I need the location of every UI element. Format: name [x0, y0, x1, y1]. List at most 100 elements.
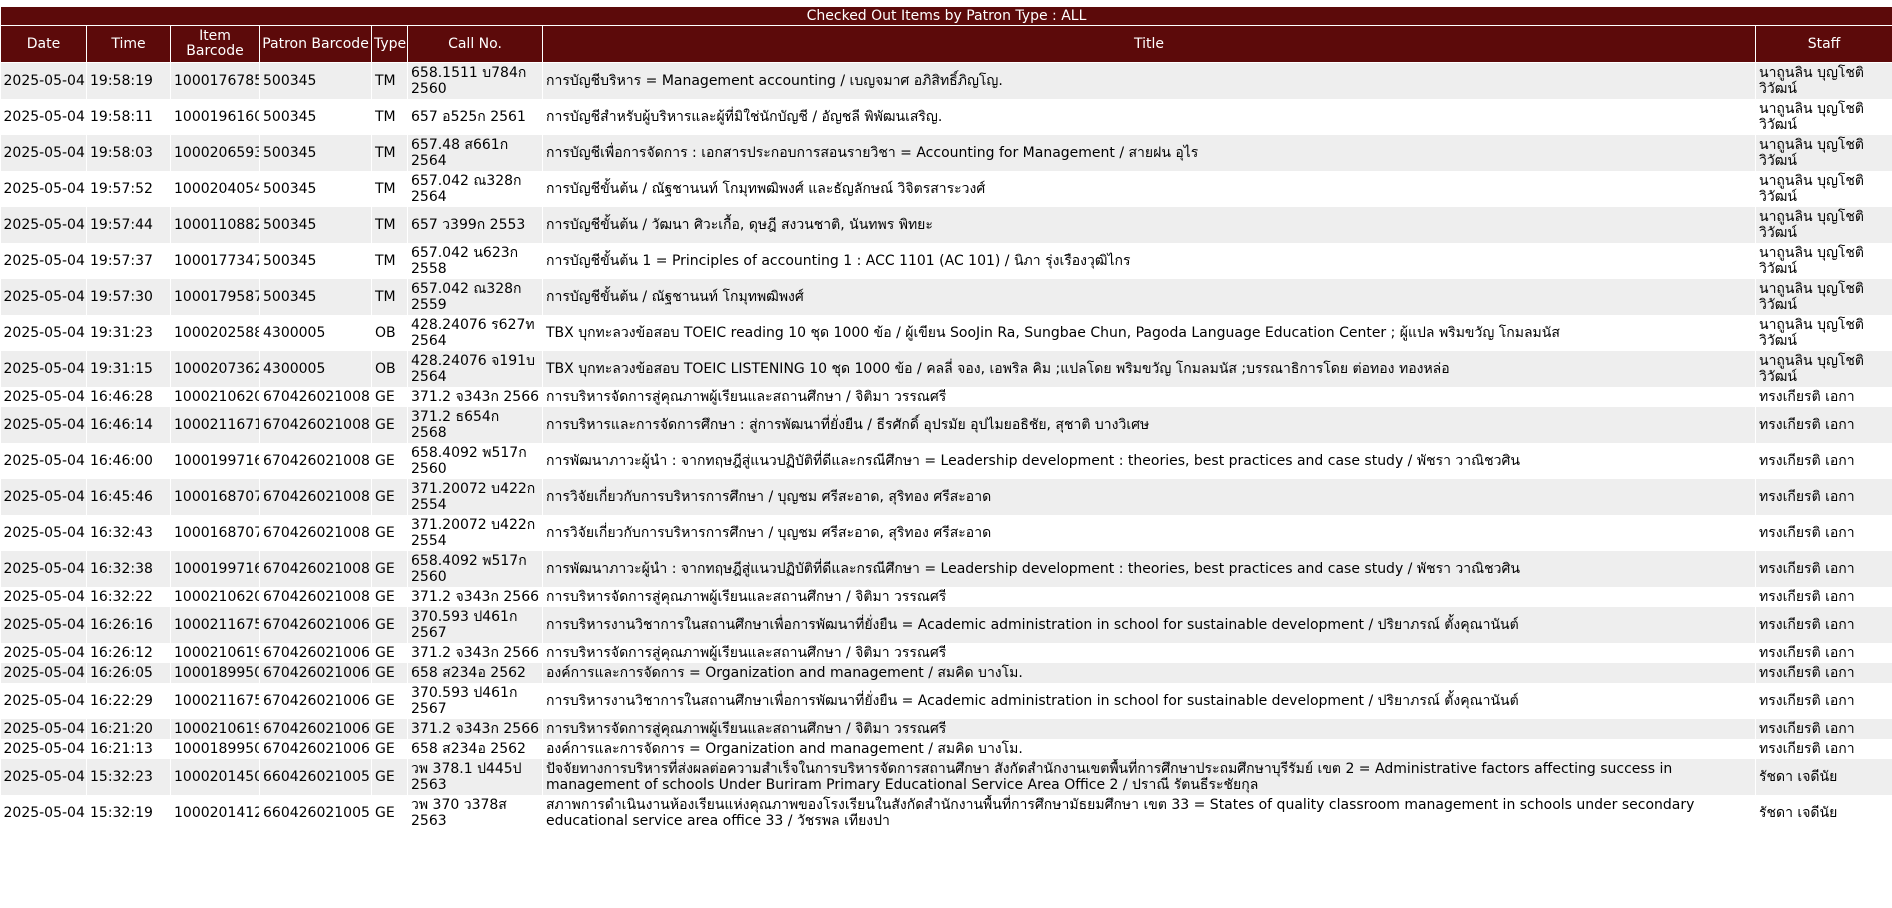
cell-staff: นาถูนลิน บุญโชติ วิวัฒน์	[1756, 279, 1892, 315]
cell-type: TM	[372, 63, 408, 100]
cell-staff: ทรงเกียรติ เอกา	[1756, 739, 1892, 759]
cell-call-no: วพ 378.1 ป445ป 2563	[408, 759, 543, 795]
cell-title: การบริหารจัดการสู่คุณภาพผู้เรียนและสถานศ…	[543, 643, 1756, 663]
cell-item-barcode: 1000210620	[171, 387, 260, 407]
cell-date: 2025-05-04	[1, 207, 87, 243]
cell-date: 2025-05-04	[1, 643, 87, 663]
cell-staff: ทรงเกียรติ เอกา	[1756, 587, 1892, 607]
cell-staff: ทรงเกียรติ เอกา	[1756, 515, 1892, 551]
cell-date: 2025-05-04	[1, 63, 87, 100]
cell-date: 2025-05-04	[1, 739, 87, 759]
cell-patron-barcode: 670426021008	[260, 387, 372, 407]
col-header-time: Time	[87, 26, 171, 63]
cell-staff: ทรงเกียรติ เอกา	[1756, 387, 1892, 407]
cell-type: OB	[372, 351, 408, 387]
cell-type: GE	[372, 407, 408, 443]
cell-title: การบัญชีบริหาร = Management accounting /…	[543, 63, 1756, 100]
cell-type: GE	[372, 515, 408, 551]
table-row: 2025-05-0415:32:231000201450660426021005…	[1, 759, 1892, 795]
cell-item-barcode: 1000201412	[171, 795, 260, 831]
cell-type: GE	[372, 587, 408, 607]
cell-date: 2025-05-04	[1, 171, 87, 207]
cell-time: 15:32:19	[87, 795, 171, 831]
cell-item-barcode: 1000189950	[171, 663, 260, 683]
cell-item-barcode: 1000196160	[171, 99, 260, 135]
col-header-item-barcode: Item Barcode	[171, 26, 260, 63]
cell-date: 2025-05-04	[1, 795, 87, 831]
cell-call-no: 371.2 จ343ก 2566	[408, 719, 543, 739]
cell-date: 2025-05-04	[1, 719, 87, 739]
cell-title: การวิจัยเกี่ยวกับการบริหารการศึกษา / บุญ…	[543, 479, 1756, 515]
table-row: 2025-05-0416:46:141000211671670426021008…	[1, 407, 1892, 443]
cell-date: 2025-05-04	[1, 683, 87, 719]
cell-call-no: 370.593 ป461ก 2567	[408, 683, 543, 719]
cell-type: TM	[372, 135, 408, 171]
cell-item-barcode: 1000168707	[171, 515, 260, 551]
cell-date: 2025-05-04	[1, 279, 87, 315]
cell-patron-barcode: 4300005	[260, 315, 372, 351]
table-row: 2025-05-0416:21:201000210619670426021006…	[1, 719, 1892, 739]
table-row: 2025-05-0416:32:381000199716670426021008…	[1, 551, 1892, 587]
cell-type: GE	[372, 795, 408, 831]
cell-call-no: 658 ส234อ 2562	[408, 663, 543, 683]
cell-patron-barcode: 670426021006	[260, 663, 372, 683]
cell-item-barcode: 1000179587	[171, 279, 260, 315]
cell-date: 2025-05-04	[1, 387, 87, 407]
cell-call-no: 371.2 จ343ก 2566	[408, 387, 543, 407]
table-row: 2025-05-0415:32:191000201412660426021005…	[1, 795, 1892, 831]
cell-date: 2025-05-04	[1, 135, 87, 171]
cell-item-barcode: 1000211675	[171, 607, 260, 643]
cell-time: 16:26:05	[87, 663, 171, 683]
cell-item-barcode: 1000206593	[171, 135, 260, 171]
cell-patron-barcode: 4300005	[260, 351, 372, 387]
cell-type: TM	[372, 171, 408, 207]
cell-staff: นาถูนลิน บุญโชติ วิวัฒน์	[1756, 135, 1892, 171]
table-row: 2025-05-0416:22:291000211675670426021006…	[1, 683, 1892, 719]
report-title: Checked Out Items by Patron Type : ALL	[1, 7, 1892, 26]
cell-patron-barcode: 670426021008	[260, 587, 372, 607]
cell-time: 16:32:22	[87, 587, 171, 607]
cell-patron-barcode: 660426021005	[260, 795, 372, 831]
cell-title: การบริหารจัดการสู่คุณภาพผู้เรียนและสถานศ…	[543, 587, 1756, 607]
cell-call-no: 428.24076 จ191บ 2564	[408, 351, 543, 387]
cell-patron-barcode: 500345	[260, 63, 372, 100]
table-row: 2025-05-0419:58:191000176785500345TM658.…	[1, 63, 1892, 100]
cell-item-barcode: 1000199716	[171, 551, 260, 587]
cell-time: 16:32:43	[87, 515, 171, 551]
cell-patron-barcode: 670426021006	[260, 643, 372, 663]
cell-staff: นาถูนลิน บุญโชติ วิวัฒน์	[1756, 351, 1892, 387]
cell-item-barcode: 1000204054	[171, 171, 260, 207]
cell-patron-barcode: 500345	[260, 171, 372, 207]
cell-time: 19:57:30	[87, 279, 171, 315]
cell-staff: รัชดา เจดีนัย	[1756, 795, 1892, 831]
cell-time: 19:31:23	[87, 315, 171, 351]
cell-date: 2025-05-04	[1, 663, 87, 683]
cell-time: 19:58:19	[87, 63, 171, 100]
cell-call-no: 657.042 ณ328ก 2564	[408, 171, 543, 207]
cell-item-barcode: 1000211671	[171, 407, 260, 443]
cell-date: 2025-05-04	[1, 515, 87, 551]
cell-title: การพัฒนาภาวะผู้นำ : จากทฤษฎีสู่แนวปฏิบัต…	[543, 443, 1756, 479]
table-row: 2025-05-0419:31:2310002025884300005OB428…	[1, 315, 1892, 351]
cell-type: TM	[372, 207, 408, 243]
cell-type: TM	[372, 243, 408, 279]
cell-patron-barcode: 670426021008	[260, 443, 372, 479]
cell-time: 16:26:16	[87, 607, 171, 643]
table-row: 2025-05-0416:46:001000199716670426021008…	[1, 443, 1892, 479]
cell-patron-barcode: 670426021006	[260, 719, 372, 739]
cell-time: 19:58:03	[87, 135, 171, 171]
cell-staff: นาถูนลิน บุญโชติ วิวัฒน์	[1756, 315, 1892, 351]
table-row: 2025-05-0419:57:441000110882500345TM657 …	[1, 207, 1892, 243]
table-row: 2025-05-0419:58:111000196160500345TM657 …	[1, 99, 1892, 135]
cell-call-no: 658.1511 บ784ก 2560	[408, 63, 543, 100]
cell-title: การบริหารจัดการสู่คุณภาพผู้เรียนและสถานศ…	[543, 387, 1756, 407]
cell-item-barcode: 1000202588	[171, 315, 260, 351]
cell-call-no: 657.042 น623ก 2558	[408, 243, 543, 279]
cell-time: 19:57:44	[87, 207, 171, 243]
cell-title: การบริหารงานวิชาการในสถานศึกษาเพื่อการพั…	[543, 683, 1756, 719]
cell-date: 2025-05-04	[1, 351, 87, 387]
cell-patron-barcode: 670426021008	[260, 407, 372, 443]
cell-title: การบัญชีขั้นต้น / ณัฐชานนท์ โกมุทพฒิพงศ์…	[543, 171, 1756, 207]
col-header-staff: Staff	[1756, 26, 1892, 63]
cell-staff: นาถูนลิน บุญโชติ วิวัฒน์	[1756, 63, 1892, 100]
